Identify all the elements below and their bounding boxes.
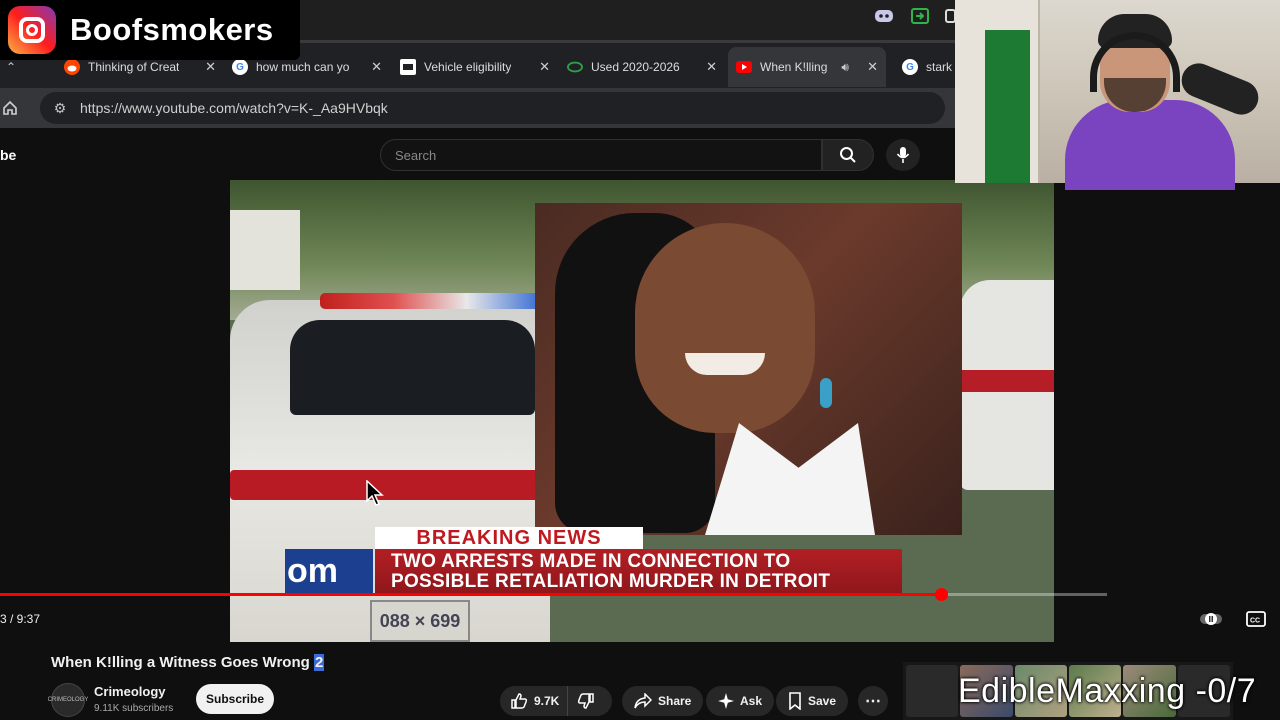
video-scene-light-bar <box>320 293 540 309</box>
close-icon[interactable]: ✕ <box>371 59 382 75</box>
news-headline: TWO ARRESTS MADE IN CONNECTION TO POSSIB… <box>375 549 902 593</box>
avatar[interactable]: CRIMEOLOGY <box>48 683 88 717</box>
url-text: https://www.youtube.com/watch?v=K-_Aa9HV… <box>80 100 388 116</box>
close-icon[interactable]: ✕ <box>205 59 216 75</box>
site-settings-icon[interactable]: ⚙ <box>46 100 74 117</box>
news-headline-line2: POSSIBLE RETALIATION MURDER IN DETROIT <box>391 571 831 592</box>
video-scene-car-window <box>290 320 535 415</box>
video-scene-second-car-stripe <box>960 370 1054 392</box>
youtube-header: be <box>0 128 955 182</box>
bookmark-icon <box>789 692 801 710</box>
instagram-overlay: Boofsmokers <box>0 0 300 60</box>
subscribe-button[interactable]: Subscribe <box>196 684 274 714</box>
screen: ⌃ Thinking of Creat ✕ G how much can yo … <box>0 0 1280 720</box>
tab-used-cars[interactable]: Used 2020-2026 ✕ <box>567 51 717 83</box>
video-title-highlight: 2 <box>313 654 325 671</box>
portrait-face <box>635 223 815 433</box>
search-button[interactable] <box>822 139 874 171</box>
share-icon <box>634 693 652 709</box>
save-label: Save <box>808 694 837 708</box>
discord-icon[interactable] <box>873 6 895 26</box>
voice-search-button[interactable] <box>886 139 920 171</box>
close-icon[interactable]: ✕ <box>706 59 717 75</box>
tab-title: Thinking of Creat <box>88 60 180 74</box>
video-title-text: When K!lling a Witness Goes Wrong <box>51 654 314 671</box>
video-scene-license-plate: 088 × 699 <box>370 600 470 642</box>
webcam-green-flag <box>985 30 1030 183</box>
news-headline-line1: TWO ARRESTS MADE IN CONNECTION TO <box>391 551 791 572</box>
share-button[interactable]: Share <box>622 686 704 716</box>
address-bar: ⚙ https://www.youtube.com/watch?v=K-_Aa9… <box>0 88 955 128</box>
youtube-logo[interactable]: be <box>0 147 16 163</box>
url-field[interactable]: ⚙ https://www.youtube.com/watch?v=K-_Aa9… <box>40 92 945 124</box>
thumbnail[interactable] <box>906 665 959 717</box>
channel-name[interactable]: Crimeology <box>94 684 166 699</box>
save-button[interactable]: Save <box>776 686 849 716</box>
video-portrait-photo <box>535 203 962 535</box>
search-input[interactable] <box>395 147 821 163</box>
tab-vehicle-eligibility[interactable]: Vehicle eligibility ✕ <box>400 51 550 83</box>
tab-title: When K!lling <box>760 60 828 74</box>
news-lower-third: BREAKING NEWS om TWO ARRESTS MADE IN CON… <box>285 527 902 595</box>
speaker-icon[interactable]: 🔊︎ <box>841 60 849 75</box>
document-icon <box>400 59 416 75</box>
progress-scrubber[interactable] <box>935 588 948 601</box>
tab-title: stark <box>926 60 953 74</box>
tab-title: Used 2020-2026 <box>591 60 680 74</box>
close-icon[interactable]: ✕ <box>539 59 550 75</box>
portrait-shirt <box>705 423 875 535</box>
instagram-icon <box>8 6 56 54</box>
video-scene-taillight <box>230 470 540 500</box>
portrait-smile <box>685 353 765 375</box>
video-scene-house <box>230 210 300 290</box>
extension-icon[interactable] <box>909 6 931 26</box>
google-icon: G <box>232 59 248 75</box>
share-label: Share <box>658 694 692 708</box>
ask-button[interactable]: Ask <box>706 686 775 716</box>
progress-played <box>0 593 941 596</box>
like-count: 9.7K <box>534 694 560 708</box>
close-icon[interactable]: ✕ <box>867 59 878 75</box>
news-brand-logo: om <box>285 549 373 593</box>
mouse-cursor-icon <box>366 480 384 506</box>
time-display: 3 / 9:37 <box>0 612 41 626</box>
tab-title: Vehicle eligibility <box>424 60 512 74</box>
home-icon[interactable] <box>2 100 18 121</box>
video-title: When K!lling a Witness Goes Wrong 2 <box>51 654 325 671</box>
breaking-news-banner: BREAKING NEWS <box>375 527 643 549</box>
like-dislike-group: 9.7K <box>500 686 612 716</box>
ask-label: Ask <box>740 694 763 708</box>
webcam-person-body <box>1065 100 1235 190</box>
tab-google-stark[interactable]: G stark <box>902 51 955 83</box>
portrait-earring <box>820 378 832 408</box>
sparkle-icon <box>718 693 734 709</box>
tab-title: how much can yo <box>256 60 350 74</box>
google-icon: G <box>902 59 918 75</box>
search-icon <box>840 147 856 163</box>
captions-icon[interactable]: CC <box>1245 609 1267 629</box>
more-icon: ⋯ <box>865 693 881 710</box>
dislike-button[interactable] <box>568 686 604 716</box>
instagram-handle: Boofsmokers <box>70 12 274 47</box>
subscriber-count: 9.11K subscribers <box>94 703 174 714</box>
youtube-icon <box>736 59 752 75</box>
thumbs-down-icon <box>578 693 595 709</box>
like-button[interactable]: 9.7K <box>500 686 569 716</box>
car-site-icon <box>567 59 583 75</box>
tab-youtube-active[interactable]: When K!lling 🔊︎ ✕ <box>728 47 886 87</box>
search-box <box>380 139 822 171</box>
stream-overlay-text: EdibleMaxxing -0/7 <box>958 672 1257 710</box>
autoplay-toggle-icon[interactable] <box>1200 609 1222 629</box>
svg-text:CC: CC <box>1250 618 1260 625</box>
reddit-icon <box>64 59 80 75</box>
more-actions-button[interactable]: ⋯ <box>858 686 888 716</box>
thumbs-up-icon <box>511 693 528 709</box>
microphone-icon <box>896 147 910 163</box>
